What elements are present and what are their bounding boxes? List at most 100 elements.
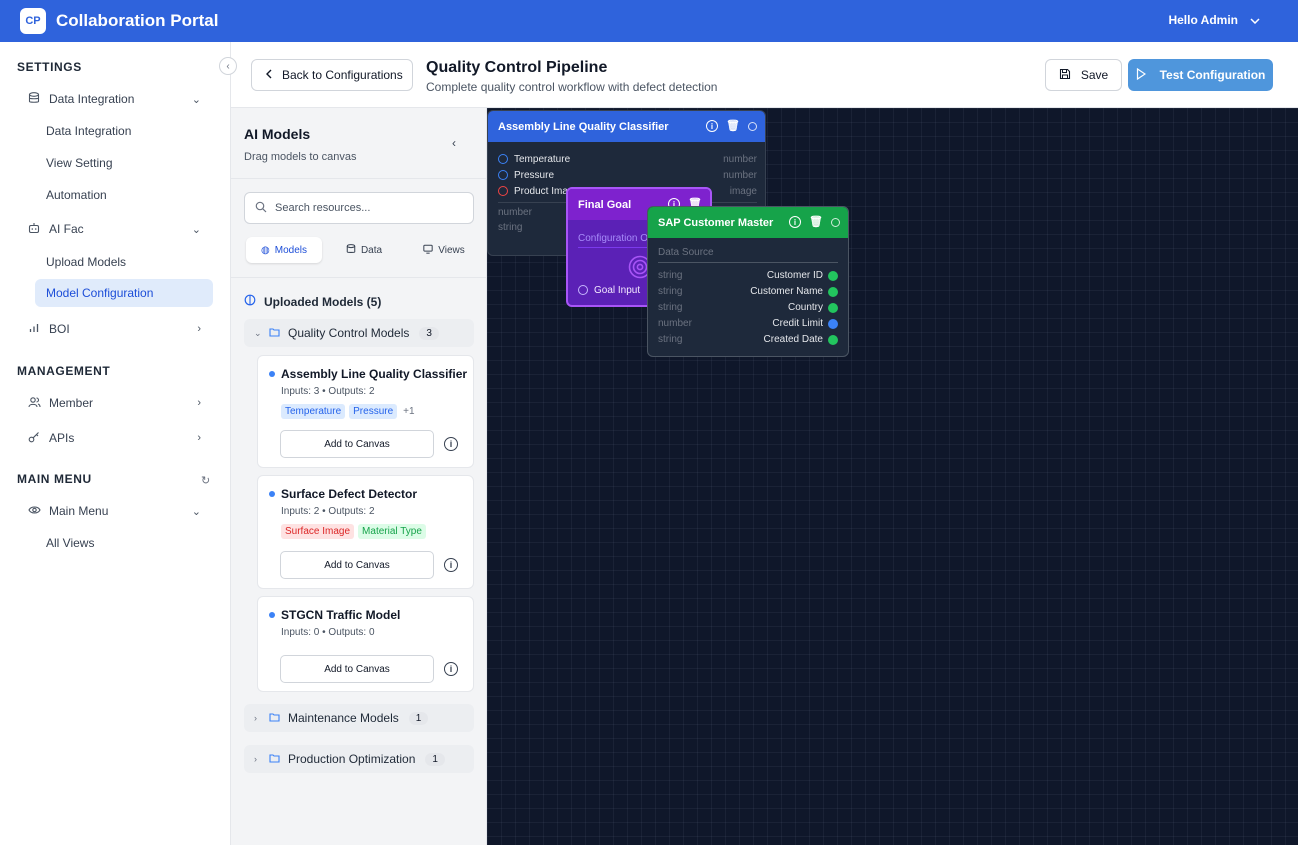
panel-subtitle: Drag models to canvas [244,151,357,163]
app-logo[interactable]: CP [20,8,46,34]
add-to-canvas-button[interactable]: Add to Canvas [280,551,434,579]
node-title: Final Goal [578,198,632,211]
input-name: Temperature [514,154,571,165]
chevron-left-icon[interactable]: ‹ [452,136,456,150]
search-box[interactable] [244,192,474,224]
page-title: Quality Control Pipeline [426,59,608,76]
input-handle[interactable] [498,186,508,196]
sidebar-subitem-view-setting[interactable]: View Setting [35,149,213,177]
node-header: Assembly Line Quality Classifier i 🗑 [488,111,765,142]
user-greeting: Hello Admin [1168,13,1238,27]
key-icon [26,431,42,446]
user-menu[interactable]: Hello Admin [1168,13,1260,27]
bar-chart-icon [26,322,42,337]
tab-data[interactable]: Data [326,237,402,263]
output-handle[interactable] [828,319,838,329]
status-dot [269,491,275,497]
database-icon [346,243,356,257]
test-configuration-button[interactable]: Test Configuration [1128,59,1273,91]
chevron-right-icon: › [254,713,257,723]
output-handle[interactable] [828,271,838,281]
back-to-configurations-button[interactable]: Back to Configurations [251,59,413,91]
tab-label: Views [438,244,465,256]
sidebar-item-label: AI Fac [49,222,84,236]
save-button[interactable]: Save [1045,59,1122,91]
output-handle[interactable] [831,217,840,227]
sidebar-subitem-upload-models[interactable]: Upload Models [35,248,213,276]
sidebar-item-label: BOI [49,322,70,336]
sidebar-item-data-integration[interactable]: Data Integration ⌄ [17,85,213,113]
sidebar: SETTINGS Data Integration ⌄ Data Integra… [0,42,231,845]
section-label: Data Source [658,247,714,258]
sidebar-item-apis[interactable]: APIs › [17,424,213,452]
sidebar-item-main-menu[interactable]: Main Menu ⌄ [17,497,213,525]
add-to-canvas-button[interactable]: Add to Canvas [280,655,434,683]
model-card-surface-defect-detector[interactable]: Surface Defect Detector Inputs: 2 • Outp… [257,475,474,589]
info-icon[interactable]: i [789,216,802,228]
back-button-label: Back to Configurations [282,68,403,82]
tab-label: Data [360,244,383,256]
chevron-down-icon: ⌄ [191,223,201,236]
output-handle[interactable] [748,121,757,131]
model-card-assembly-line-quality-classifier[interactable]: Assembly Line Quality Classifier Inputs:… [257,355,474,468]
refresh-icon[interactable]: ↻ [201,474,210,487]
field-type: number [658,318,692,329]
field-name: Credit Limit [772,318,823,329]
chevron-down-icon: ⌄ [191,505,201,518]
page-subtitle: Complete quality control workflow with d… [426,80,718,94]
output-type: string [498,222,523,233]
folder-icon [269,712,280,725]
model-name: Surface Defect Detector [281,487,418,501]
folder-quality-control-models[interactable]: ⌄ Quality Control Models 3 [244,319,474,347]
top-bar: CP Collaboration Portal Hello Admin [0,0,1298,42]
info-icon[interactable]: i [444,558,458,572]
field-type: string [658,302,683,313]
model-tags: Temperature Pressure +1 [281,404,417,419]
input-name: Pressure [514,170,555,181]
chevron-right-icon: › [197,323,201,335]
tab-models[interactable]: ◍ Models [246,237,322,263]
sidebar-item-label: APIs [49,431,75,445]
search-input[interactable] [275,202,465,214]
field-name: Created Date [763,334,823,345]
input-handle[interactable] [578,285,588,295]
sidebar-subitem-model-configuration[interactable]: Model Configuration [35,279,213,307]
tab-views[interactable]: Views [406,237,482,263]
tag: Material Type [358,524,426,539]
info-icon[interactable]: i [444,662,458,676]
node-sap-customer-master[interactable]: SAP Customer Master i 🗑 Data Source stri… [647,206,849,357]
sidebar-subitem-data-integration[interactable]: Data Integration [35,117,213,145]
model-card-stgcn-traffic-model[interactable]: STGCN Traffic Model Inputs: 0 • Outputs:… [257,596,474,692]
model-tags: Surface Image Material Type [281,524,426,539]
input-handle[interactable] [498,154,508,164]
info-icon[interactable]: i [706,120,719,132]
sidebar-item-boi[interactable]: BOI › [17,315,213,343]
chevron-down-icon: ⌄ [254,327,262,338]
save-label: Save [1080,68,1109,82]
trash-icon[interactable]: 🗑 [726,120,740,132]
node-title: Assembly Line Quality Classifier [498,120,669,133]
info-icon[interactable]: i [444,437,458,451]
sidebar-item-label: Main Menu [49,504,109,518]
sidebar-subitem-automation[interactable]: Automation [35,181,213,209]
folder-production-optimization[interactable]: › Production Optimization 1 [244,745,474,773]
folder-icon [269,327,280,340]
chevron-right-icon: › [197,397,201,409]
workflow-canvas[interactable]: Assembly Line Quality Classifier i 🗑 Tem… [487,108,1298,845]
add-to-canvas-button[interactable]: Add to Canvas [280,430,434,458]
output-handle[interactable] [828,303,838,313]
output-handle[interactable] [828,335,838,345]
sidebar-subitem-all-views[interactable]: All Views [35,529,213,557]
sidebar-collapse-button[interactable]: ‹ [219,57,237,75]
section-main-menu: MAIN MENU [17,472,92,486]
folder-maintenance-models[interactable]: › Maintenance Models 1 [244,704,474,732]
database-icon [26,91,42,107]
sidebar-item-ai-fac[interactable]: AI Fac ⌄ [17,215,213,243]
trash-icon[interactable]: 🗑 [809,216,823,228]
sidebar-item-member[interactable]: Member › [17,389,213,417]
eye-icon [26,504,42,518]
input-handle[interactable] [498,170,508,180]
save-icon [1059,68,1071,83]
folder-count-badge: 3 [419,326,439,340]
output-handle[interactable] [828,287,838,297]
